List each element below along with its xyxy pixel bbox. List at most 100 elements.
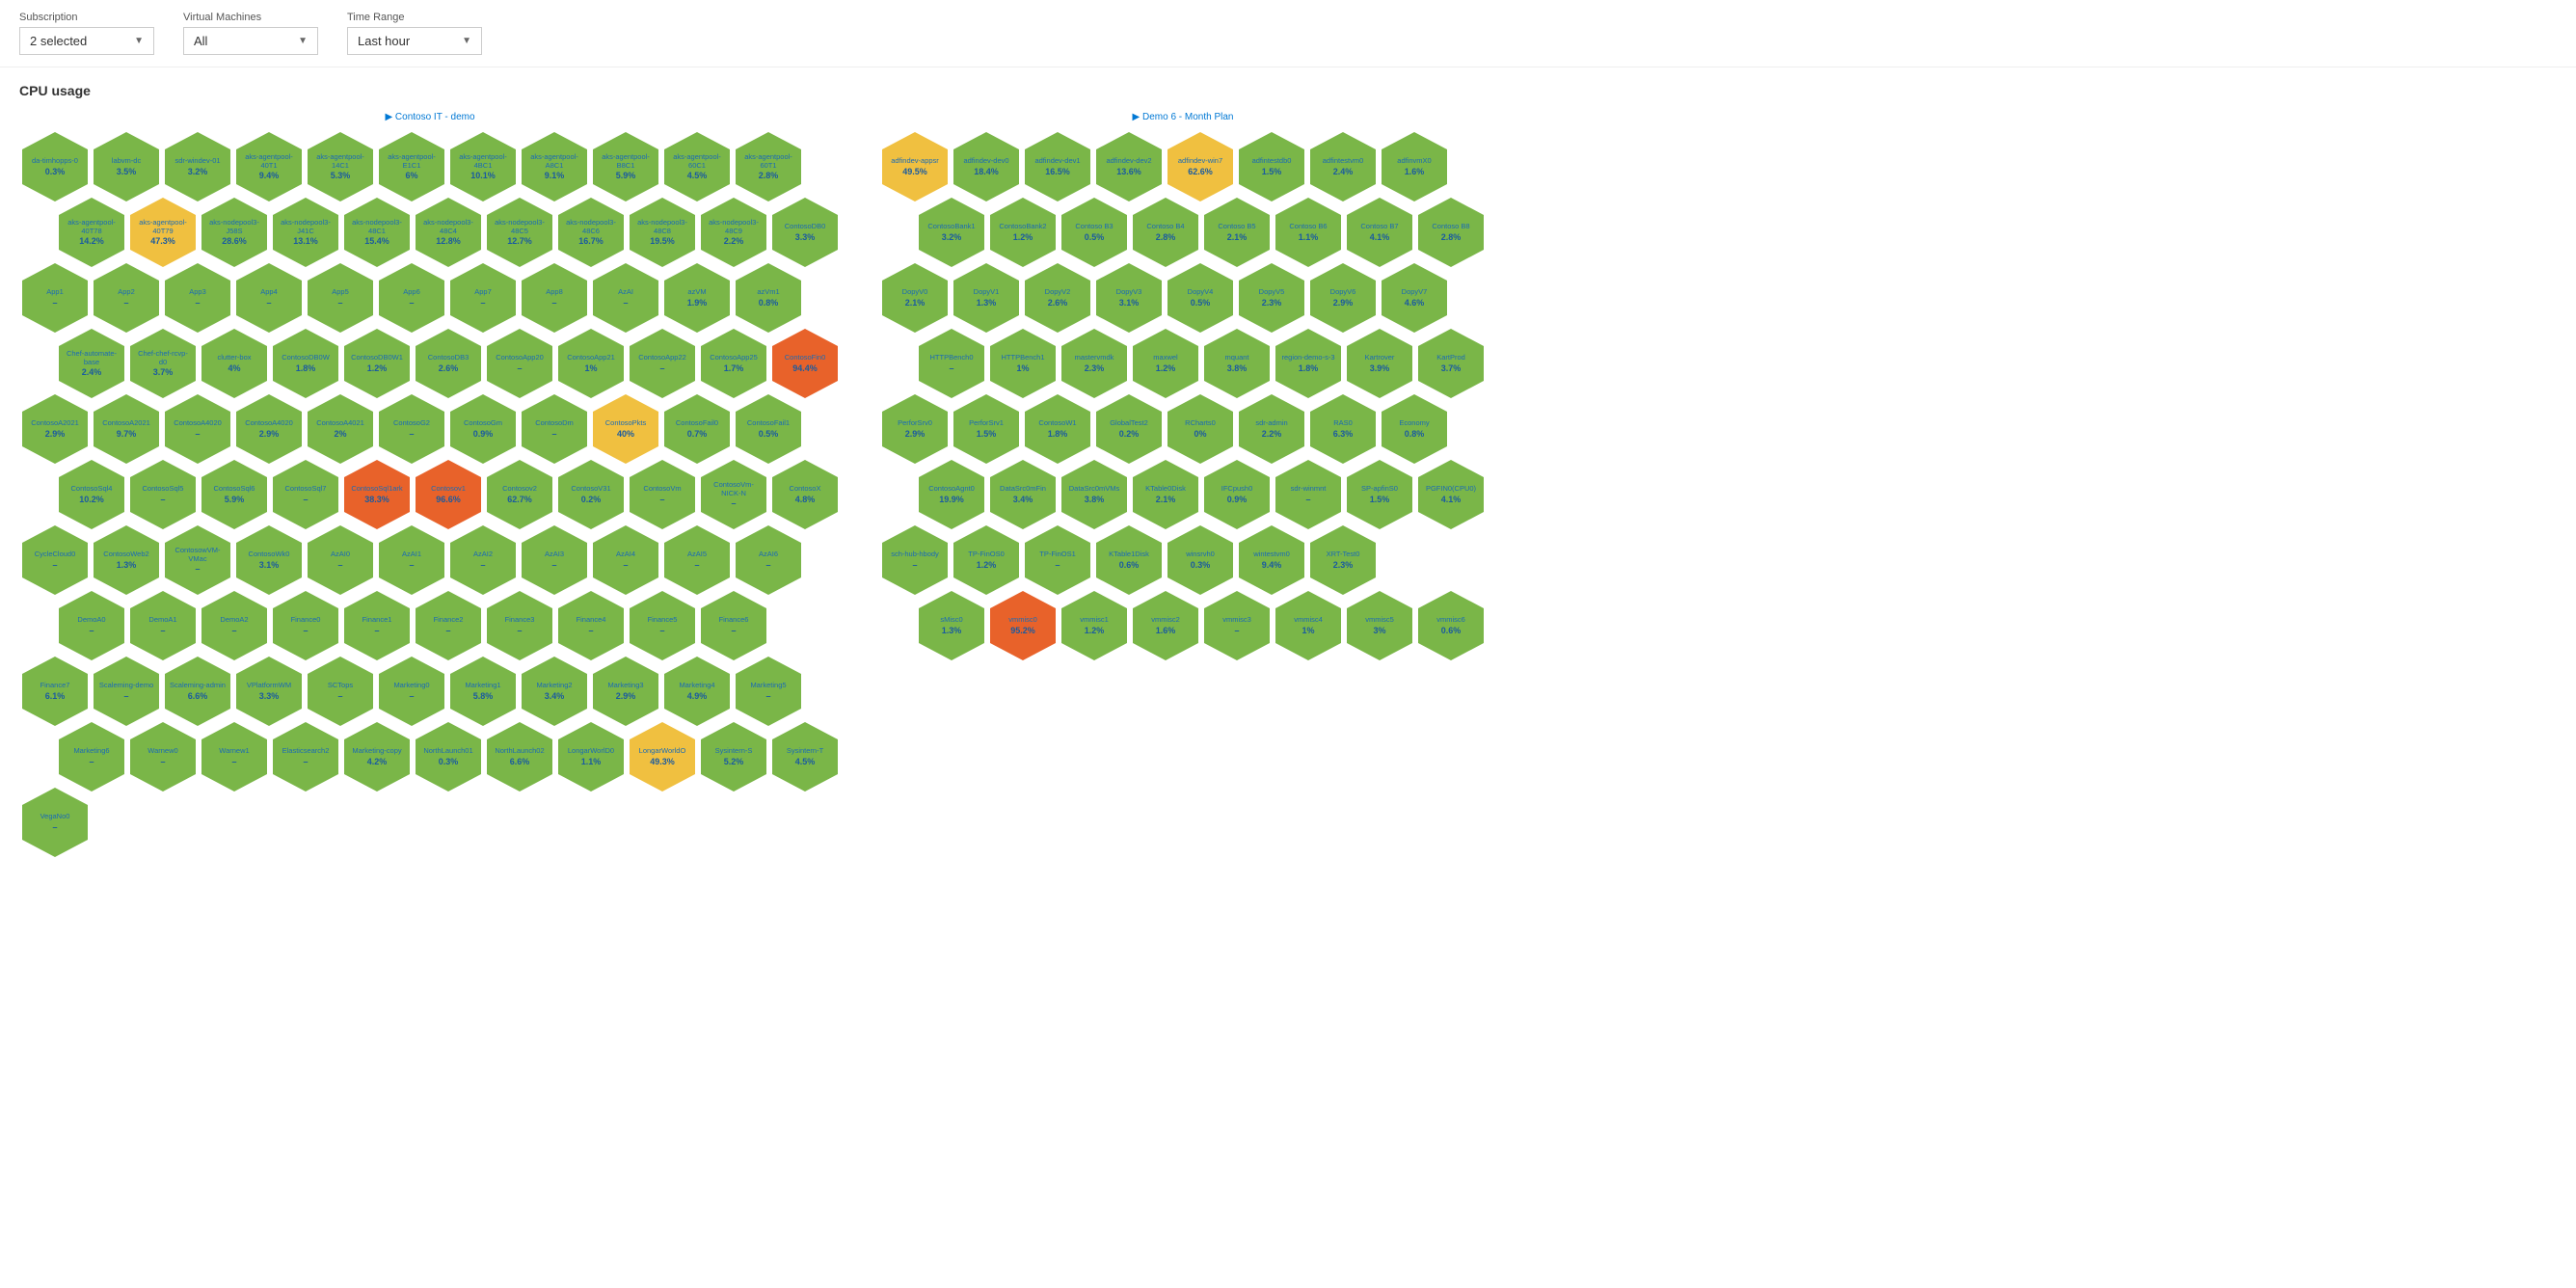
hex-cell[interactable]: Warnew1– — [201, 722, 267, 792]
hex-cell[interactable]: Finance3– — [487, 591, 552, 660]
hex-cell[interactable]: Scaleming-demo– — [94, 657, 159, 726]
hex-cell[interactable]: adfindev-dev116.5% — [1025, 132, 1090, 201]
hex-cell[interactable]: CycleCloud0– — [22, 525, 88, 595]
hex-cell[interactable]: DopyV62.9% — [1310, 263, 1376, 333]
hex-cell[interactable]: DopyV22.6% — [1025, 263, 1090, 333]
hex-cell[interactable]: Contosov262.7% — [487, 460, 552, 529]
hex-cell[interactable]: aks-agentpool-40T7947.3% — [130, 198, 196, 267]
hex-cell[interactable]: adfindev-appsr49.5% — [882, 132, 948, 201]
hex-cell[interactable]: aks-agentpool-60T12.8% — [736, 132, 801, 201]
hex-cell[interactable]: DopyV40.5% — [1167, 263, 1233, 333]
hex-cell[interactable]: ContosoFin094.4% — [772, 329, 838, 398]
hex-cell[interactable]: AzAI0– — [308, 525, 373, 595]
hex-cell[interactable]: aks-agentpool-40T7814.2% — [59, 198, 124, 267]
hex-cell[interactable]: ContosoSql5– — [130, 460, 196, 529]
hex-cell[interactable]: Warnew0– — [130, 722, 196, 792]
hex-cell[interactable]: KTable1Disk0.6% — [1096, 525, 1162, 595]
hex-cell[interactable]: RCharts00% — [1167, 394, 1233, 464]
hex-cell[interactable]: DemoA2– — [201, 591, 267, 660]
hex-cell[interactable]: ContosoSql7– — [273, 460, 338, 529]
hex-cell[interactable]: ContosoDB32.6% — [416, 329, 481, 398]
hex-cell[interactable]: Sysintern-T4.5% — [772, 722, 838, 792]
subscription-dropdown[interactable]: 2 selected ▼ — [19, 27, 154, 55]
hex-cell[interactable]: ContosoSql65.9% — [201, 460, 267, 529]
hex-cell[interactable]: aks-nodepool3-48C512.7% — [487, 198, 552, 267]
hex-cell[interactable]: Scaleming-admin6.6% — [165, 657, 230, 726]
hex-cell[interactable]: GlobalTest20.2% — [1096, 394, 1162, 464]
hex-cell[interactable]: DemoA1– — [130, 591, 196, 660]
hex-cell[interactable]: region-demo-s-31.8% — [1275, 329, 1341, 398]
hex-cell[interactable]: ContosowVM-VMac– — [165, 525, 230, 595]
hex-cell[interactable]: PGFIN0(CPU0)4.1% — [1418, 460, 1484, 529]
hex-cell[interactable]: azVM1.9% — [664, 263, 730, 333]
hex-cell[interactable]: ContosoBank21.2% — [990, 198, 1056, 267]
hex-cell[interactable]: AzAI5– — [664, 525, 730, 595]
hex-cell[interactable]: PerforSrv11.5% — [953, 394, 1019, 464]
hex-cell[interactable]: Contosov196.6% — [416, 460, 481, 529]
hex-cell[interactable]: NorthLaunch010.3% — [416, 722, 481, 792]
hex-cell[interactable]: sMisc01.3% — [919, 591, 984, 660]
hex-cell[interactable]: Marketing32.9% — [593, 657, 658, 726]
hex-cell[interactable]: mastervmdk2.3% — [1061, 329, 1127, 398]
hex-cell[interactable]: aks-agentpool-4BC110.1% — [450, 132, 516, 201]
hex-cell[interactable]: App1– — [22, 263, 88, 333]
hex-cell[interactable]: Contoso B82.8% — [1418, 198, 1484, 267]
hex-cell[interactable]: sdr-winmnt– — [1275, 460, 1341, 529]
hex-cell[interactable]: RAS06.3% — [1310, 394, 1376, 464]
hex-cell[interactable]: ContosoFail00.7% — [664, 394, 730, 464]
hex-cell[interactable]: SCTops– — [308, 657, 373, 726]
hex-cell[interactable]: ContosoA4020– — [165, 394, 230, 464]
hex-cell[interactable]: Finance0– — [273, 591, 338, 660]
hex-cell[interactable]: ContosoVm-NICK-N– — [701, 460, 766, 529]
hex-cell[interactable]: Finance76.1% — [22, 657, 88, 726]
hex-cell[interactable]: vmmisc11.2% — [1061, 591, 1127, 660]
hex-cell[interactable]: ContosoV310.2% — [558, 460, 624, 529]
hex-cell[interactable]: HTTPBench11% — [990, 329, 1056, 398]
hex-cell[interactable]: App5– — [308, 263, 373, 333]
hex-cell[interactable]: Contoso B42.8% — [1133, 198, 1198, 267]
hex-cell[interactable]: App8– — [522, 263, 587, 333]
hex-cell[interactable]: ContosoDm– — [522, 394, 587, 464]
hex-cell[interactable]: ContosoDB0W11.2% — [344, 329, 410, 398]
hex-cell[interactable]: aks-nodepool3-J41C13.1% — [273, 198, 338, 267]
hex-cell[interactable]: ContosoGm0.9% — [450, 394, 516, 464]
hex-cell[interactable]: Finance5– — [630, 591, 695, 660]
hex-cell[interactable]: ContosoApp211% — [558, 329, 624, 398]
hex-cell[interactable]: Finance2– — [416, 591, 481, 660]
hex-cell[interactable]: ContosoA20219.7% — [94, 394, 159, 464]
hex-cell[interactable]: AzAI1– — [379, 525, 444, 595]
hex-cell[interactable]: aks-nodepool3-J58S28.6% — [201, 198, 267, 267]
hex-cell[interactable]: vmmisc21.6% — [1133, 591, 1198, 660]
vm-dropdown[interactable]: All ▼ — [183, 27, 318, 55]
hex-cell[interactable]: App7– — [450, 263, 516, 333]
hex-cell[interactable]: PerforSrv02.9% — [882, 394, 948, 464]
hex-cell[interactable]: adfindev-win762.6% — [1167, 132, 1233, 201]
hex-cell[interactable]: da-timhopps-00.3% — [22, 132, 88, 201]
hex-cell[interactable]: adfintestdb01.5% — [1239, 132, 1304, 201]
hex-cell[interactable]: AzAI4– — [593, 525, 658, 595]
hex-cell[interactable]: Finance4– — [558, 591, 624, 660]
hex-cell[interactable]: ContosoVm– — [630, 460, 695, 529]
hex-cell[interactable]: AzAI6– — [736, 525, 801, 595]
hex-cell[interactable]: mquant3.8% — [1204, 329, 1270, 398]
hex-cell[interactable]: DataSrc0mVMs3.8% — [1061, 460, 1127, 529]
hex-cell[interactable]: aks-agentpool-E1C16% — [379, 132, 444, 201]
hex-cell[interactable]: sch-hub-hbody– — [882, 525, 948, 595]
hex-cell[interactable]: Chef-chef-rcvp-d03.7% — [130, 329, 196, 398]
hex-cell[interactable]: Contoso B74.1% — [1347, 198, 1412, 267]
hex-cell[interactable]: DopyV02.1% — [882, 263, 948, 333]
hex-cell[interactable]: ContosoWk03.1% — [236, 525, 302, 595]
hex-cell[interactable]: aks-agentpool-B8C15.9% — [593, 132, 658, 201]
hex-cell[interactable]: ContosoDB03.3% — [772, 198, 838, 267]
hex-cell[interactable]: App4– — [236, 263, 302, 333]
time-dropdown[interactable]: Last hour ▼ — [347, 27, 482, 55]
hex-cell[interactable]: HTTPBench0– — [919, 329, 984, 398]
hex-cell[interactable]: DopyV74.6% — [1382, 263, 1447, 333]
hex-cell[interactable]: DopyV33.1% — [1096, 263, 1162, 333]
hex-cell[interactable]: App6– — [379, 263, 444, 333]
hex-cell[interactable]: Kartrover3.9% — [1347, 329, 1412, 398]
hex-cell[interactable]: ContosoWeb21.3% — [94, 525, 159, 595]
hex-cell[interactable]: aks-agentpool-40T19.4% — [236, 132, 302, 201]
hex-cell[interactable]: TP-FinOS1– — [1025, 525, 1090, 595]
hex-cell[interactable]: App3– — [165, 263, 230, 333]
